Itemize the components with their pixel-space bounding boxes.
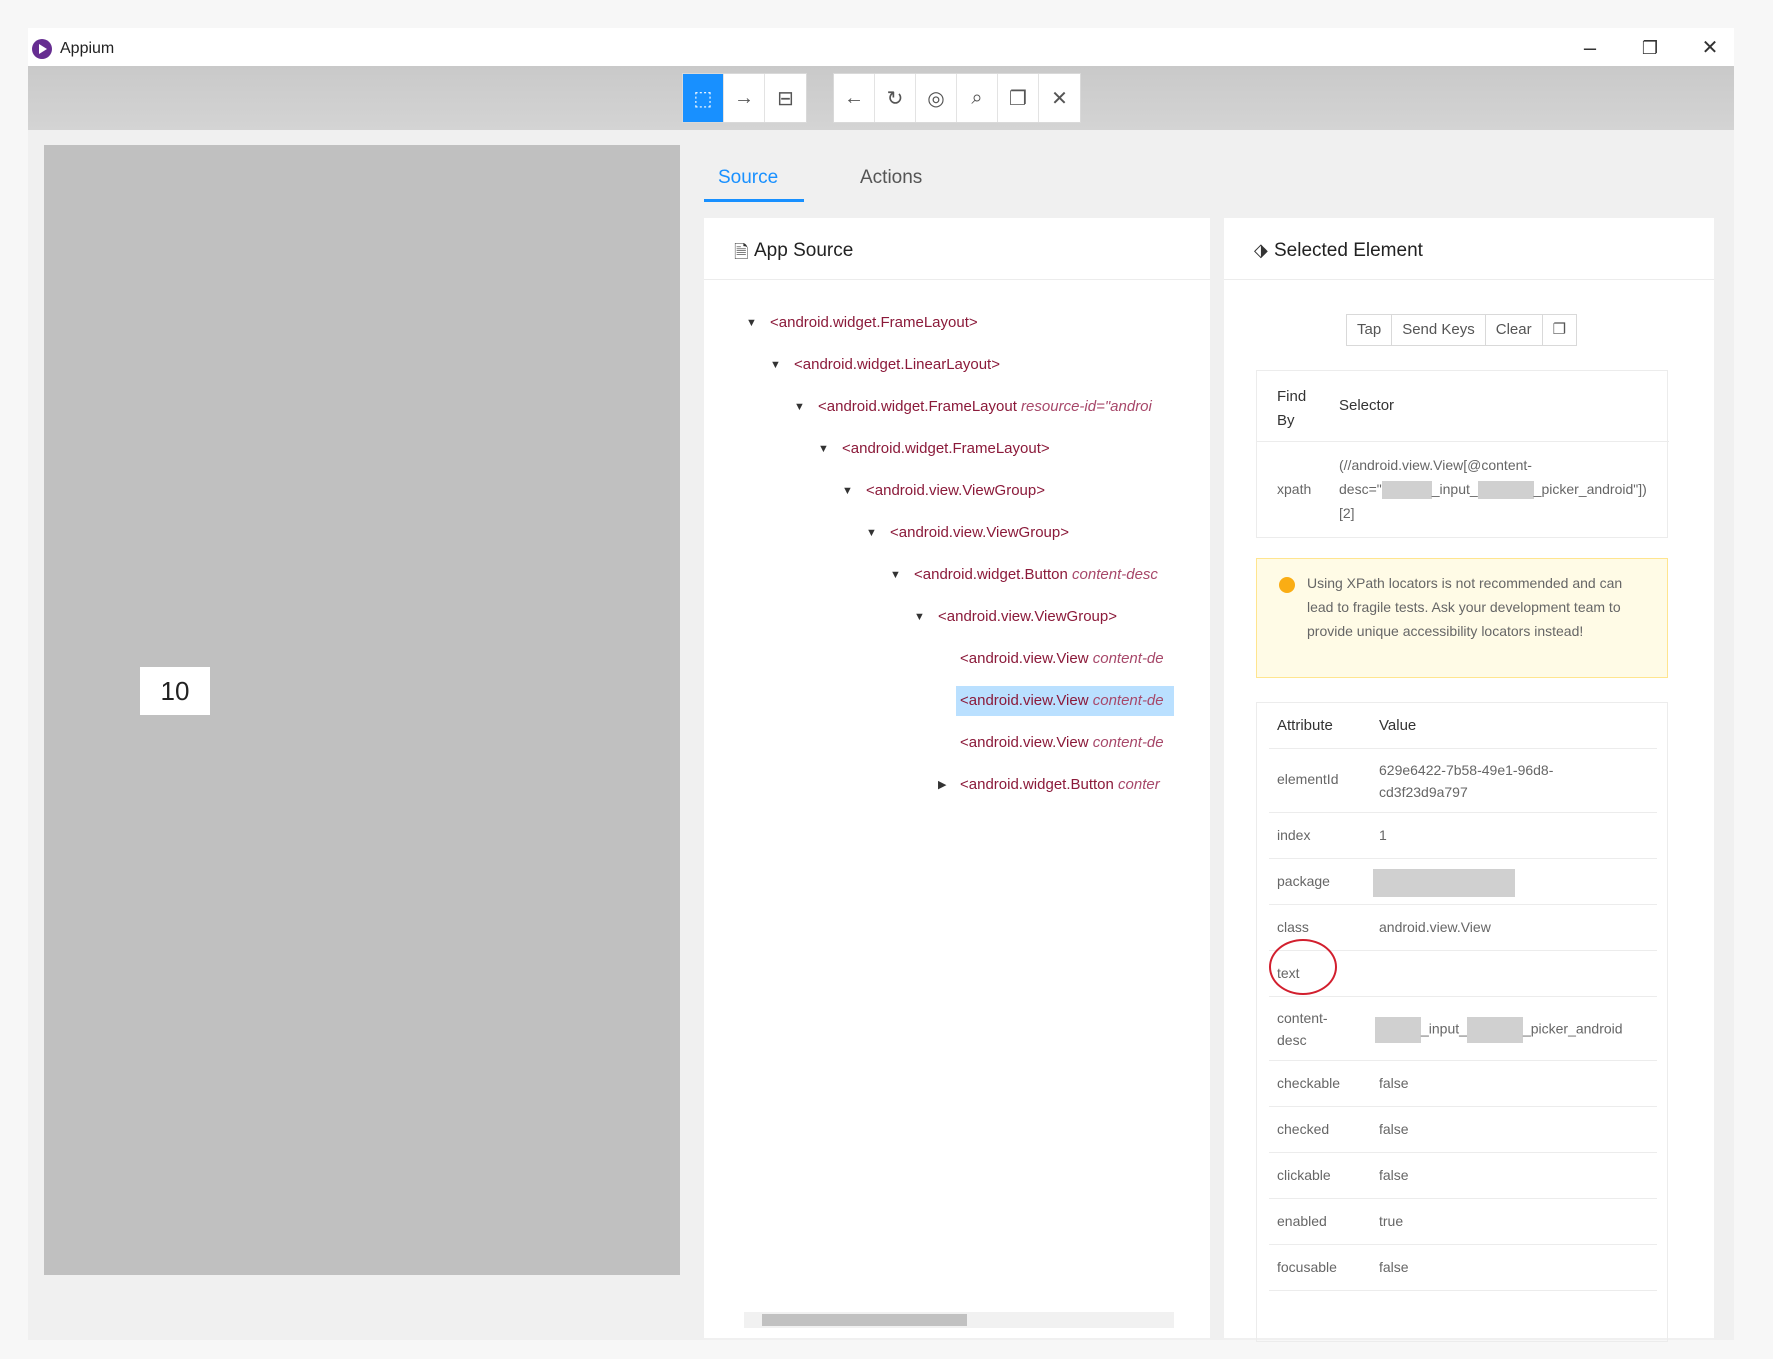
table-row: clickable false <box>1269 1153 1657 1199</box>
table-row: content-desc _input_ _picker_android <box>1269 997 1657 1061</box>
active-tab-indicator <box>704 199 804 202</box>
tree-node[interactable]: <android.view.ViewGroup> <box>866 476 1172 506</box>
selector-table: Find By Selector xpath (//android.view.V… <box>1256 370 1669 538</box>
tree-node[interactable]: <android.view.View content-de <box>960 644 1174 674</box>
tab-actions[interactable]: Actions <box>860 167 922 189</box>
redacted-block <box>1477 481 1534 500</box>
collapse-caret-icon[interactable]: ▼ <box>866 518 877 548</box>
find-by-header: Find By <box>1277 388 1307 429</box>
tree-node[interactable]: <android.view.ViewGroup> <box>890 518 1172 548</box>
eye-icon: ◎ <box>927 87 945 110</box>
show-elements-button[interactable]: ◎ <box>916 74 957 122</box>
collapse-caret-icon[interactable]: ▼ <box>818 434 829 464</box>
scrollbar-thumb[interactable] <box>762 1314 967 1326</box>
minimize-button[interactable]: – <box>1570 34 1610 62</box>
close-window-button[interactable]: ✕ <box>1690 34 1730 62</box>
collapse-caret-icon[interactable]: ▼ <box>890 560 901 590</box>
collapse-caret-icon[interactable]: ▼ <box>914 602 925 632</box>
number-display[interactable]: 10 <box>140 667 210 715</box>
table-row: package <box>1269 859 1657 905</box>
tap-button[interactable]: Tap <box>1347 315 1393 345</box>
app-title: Appium <box>60 40 115 57</box>
divider <box>1257 441 1669 442</box>
clear-button[interactable]: Clear <box>1486 315 1543 345</box>
collapse-caret-icon[interactable]: ▼ <box>842 476 853 506</box>
device-screenshot[interactable]: 10 <box>44 145 680 1275</box>
selected-element-title: Selected Element <box>1274 240 1423 261</box>
selector-value[interactable]: (//android.view.View[@content- desc=" _in… <box>1339 453 1667 525</box>
selected-element-panel: ⬗ Selected Element Tap Send Keys Clear ❐… <box>1224 218 1714 1342</box>
tree-node[interactable]: <android.widget.FrameLayout> <box>770 308 1170 338</box>
copy-attributes-button[interactable]: ❐ <box>1543 315 1576 345</box>
search-button[interactable]: ⌕ <box>957 74 998 122</box>
table-row: index 1 <box>1269 813 1657 859</box>
back-button[interactable]: ← <box>834 74 875 122</box>
copy-xml-button[interactable]: ❐ <box>998 74 1039 122</box>
warning-text: Using XPath locators is not recommended … <box>1307 575 1623 639</box>
table-row: enabled true <box>1269 1199 1657 1245</box>
expand-caret-icon[interactable]: ▶ <box>938 770 946 800</box>
table-row: text <box>1269 939 1657 997</box>
send-keys-button[interactable]: Send Keys <box>1392 315 1486 345</box>
app-source-title: App Source <box>754 240 854 261</box>
table-row: checked false <box>1269 1107 1657 1153</box>
collapse-caret-icon[interactable]: ▼ <box>794 392 805 422</box>
swipe-icon: → <box>734 86 754 109</box>
tag-icon: ⬗ <box>1254 240 1268 260</box>
collapse-caret-icon[interactable]: ▼ <box>770 350 781 380</box>
tree-node[interactable]: <android.view.View content-de <box>960 728 1174 758</box>
selector-header: Selector <box>1339 397 1395 414</box>
search-icon: ⌕ <box>971 86 983 109</box>
appium-logo-icon <box>32 39 52 59</box>
tree-node[interactable]: <android.view.ViewGroup> <box>938 602 1174 632</box>
refresh-button[interactable]: ↻ <box>875 74 916 122</box>
selected-element-header: ⬗ Selected Element <box>1224 218 1714 280</box>
close-icon: ✕ <box>1051 87 1068 110</box>
redacted-block <box>1381 481 1432 500</box>
attributes-table: Attribute Value elementId 629e6422-7b58-… <box>1256 702 1668 1342</box>
select-element-icon: ⬚ <box>693 87 713 110</box>
redacted-block <box>1466 1017 1523 1043</box>
redacted-block <box>1375 1017 1421 1043</box>
inspector-toolbar: ⬚ → ⊟ ← ↻ ◎ ⌕ ❐ ✕ <box>28 66 1734 130</box>
tree-node-selected[interactable]: <android.view.View content-de <box>956 686 1174 716</box>
select-element-button[interactable]: ⬚ <box>683 74 724 122</box>
app-source-header: 🗎 App Source <box>704 218 1210 280</box>
tap-coordinates-button[interactable]: ⊟ <box>765 74 806 122</box>
collapse-caret-icon[interactable]: ▼ <box>746 308 757 338</box>
table-row: elementId 629e6422-7b58-49e1-96d8-cd3f23… <box>1269 749 1657 813</box>
title-bar: Appium – ❐ ✕ <box>28 28 1734 66</box>
tab-source[interactable]: Source <box>718 167 778 189</box>
attributes-header: Attribute Value <box>1269 703 1657 749</box>
refresh-icon: ↻ <box>886 87 904 110</box>
restore-button[interactable]: ❐ <box>1630 34 1670 62</box>
inspector-tabs: Source Actions <box>696 145 1716 205</box>
toolbar-group-modes: ⬚ → ⊟ <box>682 73 807 123</box>
table-row: checkable false <box>1269 1061 1657 1107</box>
copy-icon: ❐ <box>1552 321 1567 338</box>
element-actions: Tap Send Keys Clear ❐ <box>1346 314 1578 346</box>
back-icon: ← <box>844 86 864 109</box>
quit-session-button[interactable]: ✕ <box>1039 74 1080 122</box>
tree-node[interactable]: <android.widget.Button content-desc <box>914 560 1174 590</box>
warning-icon <box>1279 577 1295 593</box>
app-source-panel: 🗎 App Source ▼ <android.widget.FrameLayo… <box>704 218 1210 1338</box>
tree-node[interactable]: <android.widget.LinearLayout> <box>794 350 1170 380</box>
copy-icon: ❐ <box>1009 87 1027 110</box>
appium-window: Appium – ❐ ✕ ⬚ → ⊟ ← ↻ ◎ ⌕ ❐ ✕ 10 Source… <box>28 28 1734 1342</box>
tree-node[interactable]: <android.widget.FrameLayout resource-id=… <box>818 392 1174 422</box>
horizontal-scrollbar[interactable] <box>744 1312 1174 1328</box>
table-row: class android.view.View <box>1269 905 1657 951</box>
redacted-block <box>1373 869 1515 897</box>
tap-coordinates-icon: ⊟ <box>777 87 794 110</box>
file-icon: 🗎 <box>734 242 749 262</box>
tree-node[interactable]: <android.widget.FrameLayout> <box>842 434 1172 464</box>
swipe-button[interactable]: → <box>724 74 765 122</box>
table-row: focusable false <box>1269 1245 1657 1291</box>
xpath-warning: Using XPath locators is not recommended … <box>1256 558 1668 678</box>
toolbar-group-actions: ← ↻ ◎ ⌕ ❐ ✕ <box>833 73 1081 123</box>
find-by-value: xpath <box>1277 481 1312 497</box>
tree-node[interactable]: <android.widget.Button conter <box>960 770 1174 800</box>
